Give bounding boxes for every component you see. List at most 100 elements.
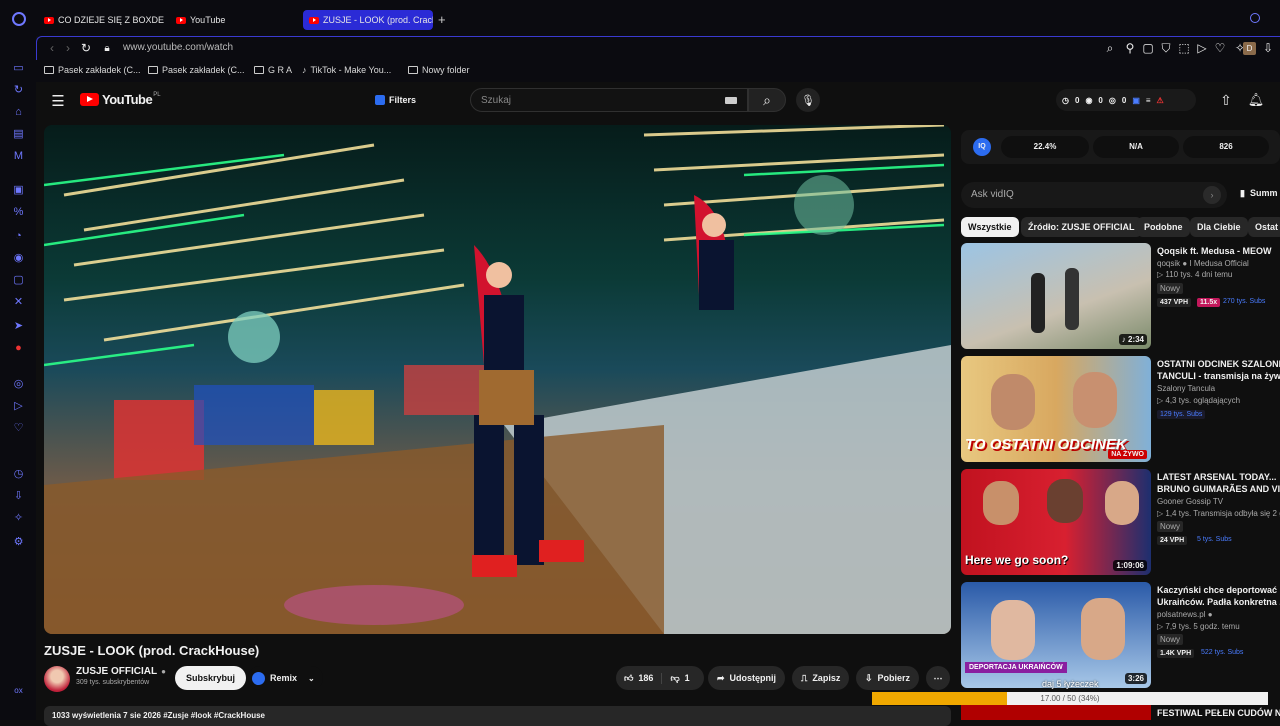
rec-title-line2: BRUNO GUIMARÃES AND VINI J... (1157, 484, 1280, 494)
discord-icon[interactable]: ◉ (12, 252, 25, 265)
thumb-text: TO OSTATNI ODCINEK (965, 436, 1127, 453)
share-button[interactable]: ➦ Udostępnij (708, 666, 786, 690)
chip-for-you[interactable]: Dla Ciebie (1190, 217, 1248, 237)
subscribe-button[interactable]: Subskrybuj (175, 666, 247, 690)
ask-vidiq-input[interactable]: Ask vidIQ › (961, 182, 1227, 208)
rec-item-3[interactable]: Here we go soon? 1:09:06 LATEST ARSENAL … (961, 469, 1280, 577)
keyboard-icon[interactable] (725, 97, 737, 104)
vidiq-filters-button[interactable]: Filters (370, 91, 421, 109)
chat-icon[interactable]: ◔ (12, 230, 25, 243)
app-red-icon[interactable]: ● (12, 342, 25, 355)
menu-icon[interactable]: ☰ (50, 93, 66, 110)
tab-active-zusje[interactable]: ZUSJE - LOOK (prod. Crack (303, 10, 433, 30)
search-box[interactable]: Szukaj (470, 88, 748, 112)
percent-icon[interactable]: % (12, 206, 25, 219)
twitch-icon[interactable]: ▣ (12, 184, 25, 197)
rec-thumbnail[interactable]: ♪ 2:34 (961, 243, 1151, 349)
messenger-icon[interactable]: ▭ (12, 62, 25, 75)
bookmark-folder-2[interactable]: Pasek zakładek (C... (148, 65, 245, 75)
mail-icon[interactable]: M (12, 150, 25, 163)
x-icon[interactable]: ✕ (12, 296, 25, 309)
opera-logo-icon[interactable] (12, 12, 26, 26)
chip-recent[interactable]: Ostat (1248, 217, 1280, 237)
upload-icon[interactable]: ⇧ (1216, 90, 1236, 110)
rec-thumbnail[interactable]: Here we go soon? 1:09:06 (961, 469, 1151, 575)
send-arrow-icon[interactable]: › (1203, 186, 1221, 204)
voice-search-icon[interactable]: 🎙︎ (796, 88, 820, 112)
download-icon[interactable]: ⇩ (1261, 41, 1275, 55)
tab-label: ZUSJE - LOOK (prod. Crack (323, 15, 433, 25)
description-box[interactable]: 1033 wyświetlenia 7 sie 2026 #Zusje #loo… (44, 706, 951, 726)
rec-thumbnail[interactable]: DEPORTACJA UKRAIŃCÓW 3:26 (961, 582, 1151, 688)
shield-icon[interactable]: ⛉ (1159, 41, 1173, 55)
bookmark-tiktok[interactable]: ♪ TikTok - Make You... (302, 65, 391, 75)
video-player[interactable] (44, 125, 951, 634)
search-tabs-icon[interactable] (1250, 13, 1260, 23)
clock-icon[interactable]: ◷ (12, 468, 25, 481)
dislike-button[interactable]: 👎︎ 1 (662, 673, 697, 684)
new-tab-button[interactable]: + (438, 12, 446, 27)
settings-icon[interactable]: ⚙ (12, 536, 25, 549)
spotify-icon[interactable]: ◎ (12, 378, 25, 391)
zoom-icon[interactable]: ⌕ (1103, 41, 1117, 55)
rec-item-2[interactable]: TO OSTATNI ODCINEK NA ŻYWO OSTATNI ODCIN… (961, 356, 1280, 464)
rec-item-4[interactable]: DEPORTACJA UKRAIŃCÓW 3:26 Kaczyński chce… (961, 582, 1280, 690)
chip-all[interactable]: Wszystkie (961, 217, 1019, 237)
tab-boxdel[interactable]: CO DZIEJE SIĘ Z BOXDELE (38, 10, 164, 30)
forward-icon[interactable]: › (61, 41, 75, 55)
bookmark-folder-nowy[interactable]: Nowy folder (408, 65, 470, 75)
snapshot-icon[interactable]: ▢ (1141, 41, 1155, 55)
reload-icon[interactable]: ↻ (79, 41, 93, 55)
notifications-icon[interactable]: 🔔︎ (1246, 90, 1266, 110)
rec-meta: ▷ 7,9 tys. 5 godz. temu (1157, 622, 1240, 631)
url-field[interactable]: www.youtube.com/watch (123, 42, 233, 53)
profile-avatar[interactable]: D (1243, 42, 1256, 55)
download-icon[interactable]: ⇩ (12, 490, 25, 503)
summary-label: Summ (1249, 188, 1278, 198)
lock-icon: 🔒︎ (104, 42, 110, 54)
bookmark-folder-1[interactable]: Pasek zakładek (C... (44, 65, 141, 75)
rec-item-1[interactable]: ♪ 2:34 Qoqsik ft. Medusa - MEOW qoqsik ●… (961, 243, 1280, 351)
share-icon: ➦ (717, 672, 725, 683)
channel-avatar[interactable] (44, 666, 70, 692)
video-frame (44, 125, 951, 634)
like-button[interactable]: 👍︎ 186 (616, 672, 663, 684)
play-icon[interactable]: ▷ (12, 400, 25, 413)
bag-icon[interactable]: ⌂ (12, 106, 25, 119)
pin-icon[interactable]: ⚲ (1123, 41, 1137, 55)
bookmark-label: G R A (268, 65, 293, 75)
back-icon[interactable]: ‹ (45, 41, 59, 55)
ask-placeholder: Ask vidIQ (971, 189, 1014, 200)
save-button[interactable]: ⎍ Zapisz (792, 666, 850, 690)
thumbs-up-icon: 👍︎ (624, 672, 634, 683)
telegram-icon[interactable]: ➤ (12, 320, 25, 333)
remix-button[interactable]: Remix ⌄ (248, 666, 323, 690)
more-icon[interactable]: ox (12, 684, 25, 697)
new-badge: Nowy (1157, 283, 1184, 294)
pinboard-icon[interactable]: ▤ (12, 128, 25, 141)
history-icon[interactable]: ↻ (12, 84, 25, 97)
vidiq-badge-icon[interactable]: IQ (973, 138, 991, 156)
youtube-logo[interactable]: YouTube PL (80, 92, 161, 107)
thumb-face (1105, 481, 1139, 525)
tab-youtube[interactable]: YouTube (170, 10, 298, 30)
bookmark-folder-gra[interactable]: G R A (254, 65, 292, 75)
thumb-text: DEPORTACJA UKRAIŃCÓW (965, 662, 1067, 673)
search-button[interactable]: ⌕ (748, 88, 786, 112)
send-icon[interactable]: ▷ (1195, 41, 1209, 55)
chip-similar[interactable]: Podobne (1137, 217, 1190, 237)
summary-button[interactable]: ▮ Summ (1240, 188, 1277, 199)
vidiq-icon: ▣ (1132, 95, 1140, 105)
instagram-icon[interactable]: ▢ (12, 274, 25, 287)
rec-thumbnail[interactable]: TO OSTATNI ODCINEK NA ŻYWO (961, 356, 1151, 462)
chip-source[interactable]: Źródło: ZUSJE OFFICIAL (1021, 217, 1142, 237)
book-icon: ▮ (1240, 188, 1245, 198)
logo-text: YouTube (102, 92, 153, 107)
extensions-icon[interactable]: ✧ (12, 512, 25, 525)
channel-name[interactable]: ZUSJE OFFICIAL ● (76, 666, 166, 677)
heart-icon[interactable]: ♡ (1213, 41, 1227, 55)
dislike-count: 1 (684, 673, 690, 683)
live-badge: NA ŻYWO (1108, 450, 1147, 459)
heart-icon[interactable]: ♡ (12, 422, 25, 435)
save-page-icon[interactable]: ⬚ (1177, 41, 1191, 55)
